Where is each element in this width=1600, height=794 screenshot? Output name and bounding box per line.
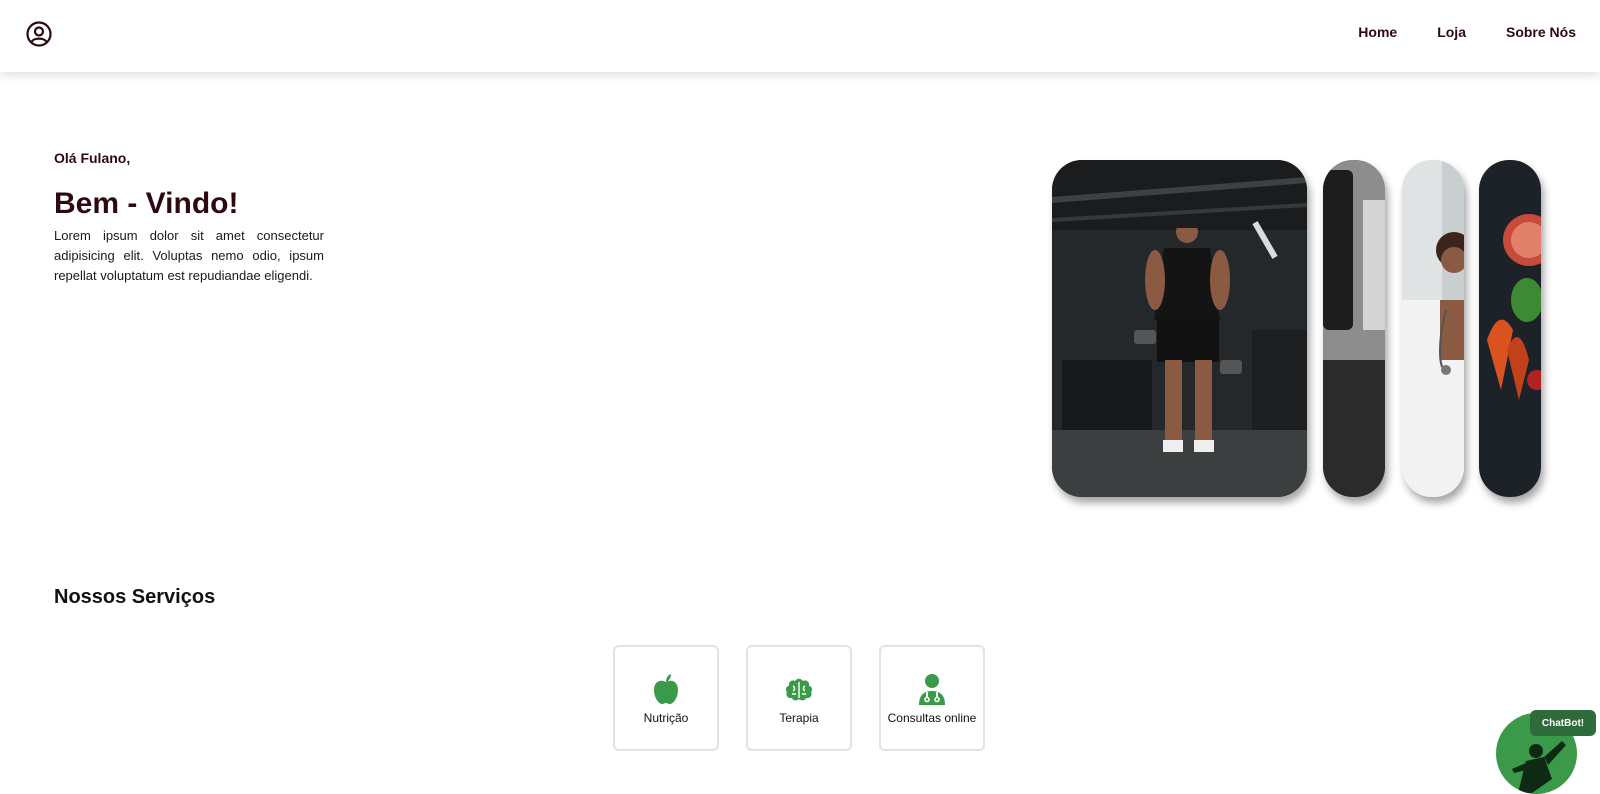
- service-card-terapia[interactable]: Terapia: [746, 645, 852, 751]
- service-card-nutricao[interactable]: Nutrição: [613, 645, 719, 751]
- services-list: Nutrição Terapia Consultas online: [613, 645, 985, 751]
- apple-icon: [654, 674, 678, 704]
- nav-links: Home Loja Sobre Nós: [1358, 24, 1576, 40]
- doctor-photo[interactable]: [1402, 160, 1464, 497]
- service-label: Terapia: [779, 711, 819, 725]
- gym-bodybuilder-photo[interactable]: [1052, 160, 1307, 497]
- doctor-icon: [919, 674, 945, 705]
- brain-icon: [785, 678, 813, 701]
- punching-bag-photo[interactable]: [1323, 160, 1385, 497]
- user-circle-icon[interactable]: [26, 21, 52, 47]
- greeting: Olá Fulano,: [54, 150, 131, 166]
- vegetables-photo[interactable]: [1479, 160, 1541, 497]
- service-label: Nutrição: [643, 711, 689, 725]
- navbar: Home Loja Sobre Nós: [0, 0, 1600, 72]
- nav-link-home[interactable]: Home: [1358, 24, 1397, 40]
- service-card-consultas[interactable]: Consultas online: [879, 645, 985, 751]
- nav-link-loja[interactable]: Loja: [1437, 24, 1466, 40]
- nav-link-sobre-nos[interactable]: Sobre Nós: [1506, 24, 1576, 40]
- welcome-title: Bem - Vindo!: [54, 187, 239, 220]
- service-label: Consultas online: [887, 711, 977, 725]
- chatbot-button[interactable]: ChatBot!: [1530, 710, 1596, 736]
- welcome-text: Lorem ipsum dolor sit amet consectetur a…: [54, 228, 324, 283]
- services-title: Nossos Serviços: [54, 586, 216, 608]
